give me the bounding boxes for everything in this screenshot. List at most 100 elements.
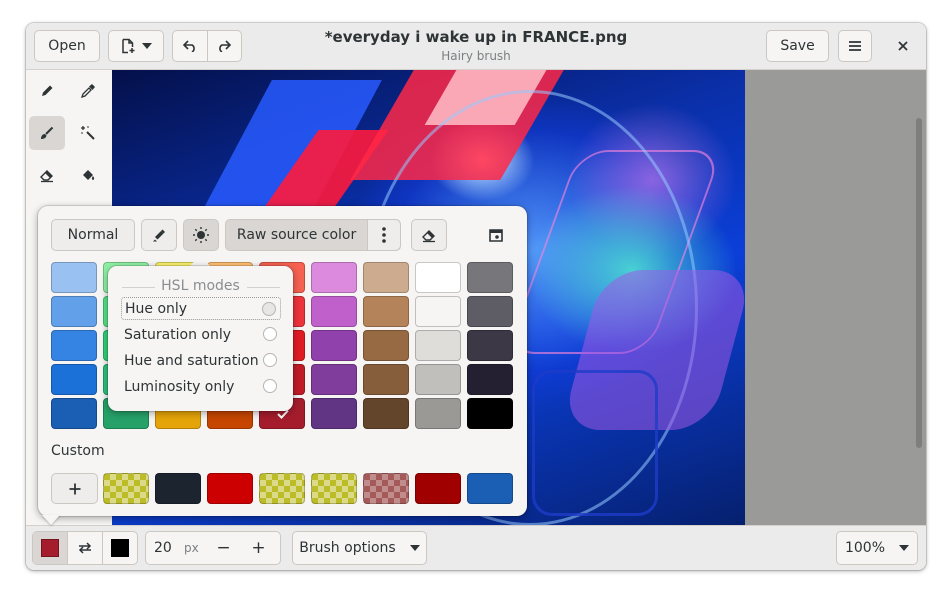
tool-color-picker[interactable] bbox=[70, 74, 106, 108]
secondary-color-swatch bbox=[111, 539, 130, 557]
raw-source-color-button[interactable]: Raw source color bbox=[226, 220, 369, 250]
redo-icon bbox=[219, 40, 232, 52]
new-image-menu-button[interactable] bbox=[108, 30, 164, 62]
palette-swatch[interactable] bbox=[467, 398, 513, 429]
palette-swatch[interactable] bbox=[415, 330, 461, 361]
redo-button[interactable] bbox=[208, 31, 241, 61]
palette-swatch[interactable] bbox=[467, 330, 513, 361]
plus-icon bbox=[69, 483, 80, 494]
eraser-icon bbox=[422, 230, 435, 243]
palette-swatch[interactable] bbox=[363, 364, 409, 395]
size-spinbutton: 20 px − + bbox=[145, 531, 281, 565]
custom-color-swatch[interactable] bbox=[259, 473, 305, 504]
brush-options-label: Brush options bbox=[299, 540, 396, 556]
vertical-ellipsis-icon bbox=[382, 227, 386, 243]
close-window-button[interactable] bbox=[888, 30, 918, 62]
custom-color-swatch[interactable] bbox=[467, 473, 513, 504]
palette-swatch[interactable] bbox=[363, 262, 409, 293]
hsl-modes-popover: HSL modes Hue only Saturation only Hue and… bbox=[108, 266, 293, 411]
hsl-mode-label: Luminosity only bbox=[124, 378, 235, 395]
main-menu-button[interactable] bbox=[838, 30, 872, 62]
zoom-button[interactable]: 100% bbox=[836, 531, 918, 565]
size-value[interactable]: 20 bbox=[154, 540, 184, 556]
hsl-modes-toggle[interactable] bbox=[183, 219, 219, 251]
custom-color-swatch[interactable] bbox=[207, 473, 253, 504]
tool-magic-wand[interactable] bbox=[70, 116, 106, 150]
palette-swatch[interactable] bbox=[467, 262, 513, 293]
hsl-mode-option[interactable]: Hue only bbox=[121, 297, 281, 320]
hsl-mode-option[interactable]: Luminosity only bbox=[121, 375, 281, 398]
blend-mode-button[interactable]: Normal bbox=[51, 219, 135, 251]
pencil-icon bbox=[42, 85, 53, 96]
custom-color-swatch[interactable] bbox=[363, 473, 409, 504]
tool-hairy-brush[interactable] bbox=[29, 116, 65, 150]
zoom-label: 100% bbox=[844, 540, 886, 556]
main-color-button[interactable] bbox=[33, 532, 68, 564]
tool-pencil[interactable] bbox=[29, 74, 65, 108]
sun-icon bbox=[193, 227, 209, 243]
popover-arrow bbox=[42, 515, 60, 525]
undo-icon bbox=[182, 40, 195, 52]
palette-swatch[interactable] bbox=[51, 364, 97, 395]
undo-redo-group bbox=[172, 30, 242, 62]
palette-swatch[interactable] bbox=[363, 296, 409, 327]
eraser-icon bbox=[40, 170, 53, 183]
radio-button[interactable] bbox=[263, 353, 277, 367]
size-decrease-button[interactable]: − bbox=[206, 538, 241, 558]
chevron-down-icon bbox=[899, 545, 910, 551]
secondary-color-button[interactable] bbox=[103, 532, 137, 564]
eyedropper-icon bbox=[80, 84, 95, 99]
wand-icon bbox=[81, 126, 95, 140]
vertical-scrollbar[interactable] bbox=[916, 118, 922, 448]
palette-swatch[interactable] bbox=[51, 296, 97, 327]
hsl-mode-label: Hue and saturation bbox=[124, 352, 259, 369]
palette-swatch[interactable] bbox=[363, 330, 409, 361]
palette-swatch[interactable] bbox=[51, 262, 97, 293]
palette-swatch[interactable] bbox=[467, 364, 513, 395]
palette-swatch[interactable] bbox=[415, 262, 461, 293]
highlighter-icon bbox=[153, 229, 165, 242]
color-chooser-editor-button[interactable] bbox=[478, 219, 514, 251]
palette-swatch[interactable] bbox=[415, 296, 461, 327]
source-options-button[interactable] bbox=[368, 220, 400, 250]
open-button[interactable]: Open bbox=[34, 30, 100, 62]
palette-swatch[interactable] bbox=[415, 398, 461, 429]
palette-swatch[interactable] bbox=[363, 398, 409, 429]
tool-eraser[interactable] bbox=[29, 158, 65, 192]
save-button[interactable]: Save bbox=[766, 30, 829, 62]
radio-button[interactable] bbox=[263, 379, 277, 393]
palette-swatch[interactable] bbox=[311, 364, 357, 395]
bucket-icon bbox=[83, 170, 95, 180]
custom-color-swatch[interactable] bbox=[103, 473, 149, 504]
add-custom-color-button[interactable] bbox=[51, 473, 98, 504]
radio-button[interactable] bbox=[262, 302, 276, 316]
custom-color-swatch[interactable] bbox=[311, 473, 357, 504]
erase-color-button[interactable] bbox=[411, 219, 447, 251]
new-document-icon bbox=[122, 38, 135, 54]
hsl-mode-option[interactable]: Hue and saturation bbox=[121, 349, 281, 372]
radio-button[interactable] bbox=[263, 327, 277, 341]
custom-colors-label: Custom bbox=[51, 443, 105, 459]
swap-arrows-icon bbox=[78, 542, 92, 554]
brush-options-button[interactable]: Brush options bbox=[292, 531, 427, 565]
size-increase-button[interactable]: + bbox=[241, 538, 276, 558]
custom-color-swatch[interactable] bbox=[415, 473, 461, 504]
palette-swatch[interactable] bbox=[467, 296, 513, 327]
exchange-colors-button[interactable] bbox=[68, 532, 104, 564]
hamburger-menu-icon bbox=[849, 41, 861, 51]
custom-color-swatch[interactable] bbox=[155, 473, 201, 504]
palette-swatch[interactable] bbox=[311, 296, 357, 327]
highlighter-toggle[interactable] bbox=[141, 219, 177, 251]
palette-swatch[interactable] bbox=[311, 398, 357, 429]
palette-swatch[interactable] bbox=[51, 398, 97, 429]
source-color-group: Raw source color bbox=[225, 219, 401, 251]
palette-swatch[interactable] bbox=[415, 364, 461, 395]
tool-paint-bucket[interactable] bbox=[70, 158, 106, 192]
undo-button[interactable] bbox=[173, 31, 208, 61]
palette-swatch[interactable] bbox=[51, 330, 97, 361]
palette-swatch[interactable] bbox=[311, 330, 357, 361]
palette-editor-icon bbox=[489, 229, 503, 242]
palette-swatch[interactable] bbox=[311, 262, 357, 293]
hsl-mode-label: Saturation only bbox=[124, 326, 232, 343]
hsl-mode-option[interactable]: Saturation only bbox=[121, 323, 281, 346]
